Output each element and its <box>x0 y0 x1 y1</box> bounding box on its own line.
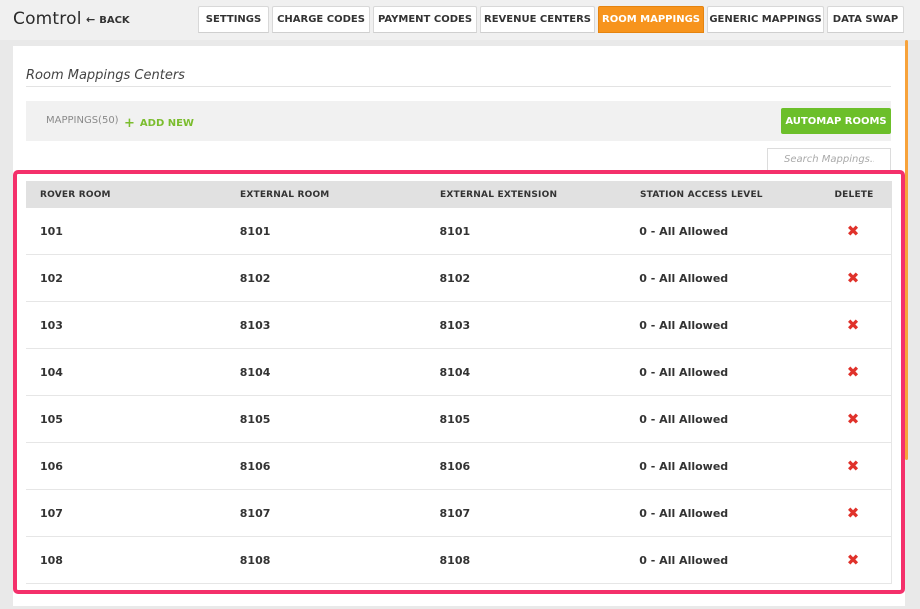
external-room-cell: 8102 <box>239 271 271 285</box>
tab-payment-codes[interactable]: PAYMENT CODES <box>373 6 477 33</box>
rover-room-cell: 105 <box>40 412 63 426</box>
header-delete: DELETE <box>834 189 874 200</box>
highlight-frame: ROVER ROOM EXTERNAL ROOM EXTERNAL EXTENS… <box>13 170 905 594</box>
tab-charge-codes[interactable]: CHARGE CODES <box>272 6 370 33</box>
station-access-level-cell: 0 - All Allowed <box>639 412 729 426</box>
external-extension-cell: 8102 <box>439 271 471 285</box>
header-external-extension[interactable]: EXTERNAL EXTENSION <box>426 190 626 200</box>
tab-bar: SETTINGS CHARGE CODES PAYMENT CODES REVE… <box>198 6 907 33</box>
rover-room-cell: 103 <box>40 318 63 332</box>
external-extension-cell: 8104 <box>439 365 471 379</box>
station-access-level-cell: 0 - All Allowed <box>639 224 729 238</box>
room-mappings-table: ROVER ROOM EXTERNAL ROOM EXTERNAL EXTENS… <box>26 181 892 584</box>
rover-room-cell: 104 <box>40 365 63 379</box>
table-row: 108 8108 8108 0 - All Allowed ✖ <box>26 537 892 584</box>
tab-generic-mappings[interactable]: GENERIC MAPPINGS <box>707 6 824 33</box>
tab-data-swap[interactable]: DATA SWAP <box>827 6 904 33</box>
tab-room-mappings[interactable]: ROOM MAPPINGS <box>598 6 704 33</box>
back-button[interactable]: ← BACK <box>86 13 130 26</box>
external-room-cell: 8106 <box>239 459 271 473</box>
close-x-icon[interactable]: ✖ <box>847 457 860 475</box>
header-rover-room[interactable]: ROVER ROOM <box>26 190 226 200</box>
table-row: 105 8105 8105 0 - All Allowed ✖ <box>26 396 892 443</box>
station-access-level-cell: 0 - All Allowed <box>639 365 729 379</box>
station-access-level-cell: 0 - All Allowed <box>639 271 729 285</box>
top-bar: Comtrol ← BACK SETTINGS CHARGE CODES PAYM… <box>0 0 920 40</box>
rover-room-cell: 107 <box>40 506 63 520</box>
rover-room-cell: 108 <box>40 553 63 567</box>
rover-room-cell: 106 <box>40 459 63 473</box>
close-x-icon[interactable]: ✖ <box>847 410 860 428</box>
app-title: Comtrol <box>13 9 82 29</box>
external-room-cell: 8107 <box>239 506 271 520</box>
title-divider <box>26 86 891 87</box>
add-new-label: ADD NEW <box>139 118 194 129</box>
external-extension-cell: 8107 <box>439 506 471 520</box>
page-title: Room Mappings Centers <box>26 68 185 83</box>
station-access-level-cell: 0 - All Allowed <box>639 553 729 567</box>
close-x-icon[interactable]: ✖ <box>847 551 860 569</box>
rover-room-cell: 102 <box>40 271 63 285</box>
station-access-level-cell: 0 - All Allowed <box>639 459 729 473</box>
arrow-left-icon: ← <box>86 13 96 26</box>
tab-revenue-centers[interactable]: REVENUE CENTERS <box>480 6 595 33</box>
external-extension-cell: 8106 <box>439 459 471 473</box>
close-x-icon[interactable]: ✖ <box>847 222 860 240</box>
table-header: ROVER ROOM EXTERNAL ROOM EXTERNAL EXTENS… <box>26 181 892 208</box>
close-x-icon[interactable]: ✖ <box>847 269 860 287</box>
external-extension-cell: 8108 <box>439 553 471 567</box>
external-extension-cell: 8103 <box>439 318 471 332</box>
search-mappings-input[interactable] <box>767 148 891 171</box>
external-room-cell: 8108 <box>239 553 271 567</box>
header-station-access-level[interactable]: STATION ACCESS LEVEL <box>626 190 816 200</box>
table-row: 103 8103 8103 0 - All Allowed ✖ <box>26 302 892 349</box>
plus-icon: + <box>124 116 135 131</box>
external-room-cell: 8103 <box>239 318 271 332</box>
close-x-icon[interactable]: ✖ <box>847 504 860 522</box>
add-new-button[interactable]: + ADD NEW <box>124 115 194 131</box>
table-row: 107 8107 8107 0 - All Allowed ✖ <box>26 490 892 537</box>
external-room-cell: 8104 <box>239 365 271 379</box>
station-access-level-cell: 0 - All Allowed <box>639 318 729 332</box>
mappings-toolbar: MAPPINGS(50) + ADD NEW AUTOMAP ROOMS <box>26 101 891 141</box>
table-row: 104 8104 8104 0 - All Allowed ✖ <box>26 349 892 396</box>
table-row: 102 8102 8102 0 - All Allowed ✖ <box>26 255 892 302</box>
back-label: BACK <box>99 15 130 26</box>
tab-settings[interactable]: SETTINGS <box>198 6 269 33</box>
external-extension-cell: 8101 <box>439 224 471 238</box>
scrollbar[interactable] <box>905 40 908 460</box>
external-extension-cell: 8105 <box>439 412 471 426</box>
close-x-icon[interactable]: ✖ <box>847 363 860 381</box>
table-row: 101 8101 8101 0 - All Allowed ✖ <box>26 208 892 255</box>
external-room-cell: 8105 <box>239 412 271 426</box>
header-external-room[interactable]: EXTERNAL ROOM <box>226 190 426 200</box>
table-row: 106 8106 8106 0 - All Allowed ✖ <box>26 443 892 490</box>
station-access-level-cell: 0 - All Allowed <box>639 506 729 520</box>
external-room-cell: 8101 <box>239 224 271 238</box>
automap-rooms-button[interactable]: AUTOMAP ROOMS <box>781 108 891 134</box>
mappings-count: MAPPINGS(50) <box>46 115 119 126</box>
close-x-icon[interactable]: ✖ <box>847 316 860 334</box>
rover-room-cell: 101 <box>40 224 63 238</box>
